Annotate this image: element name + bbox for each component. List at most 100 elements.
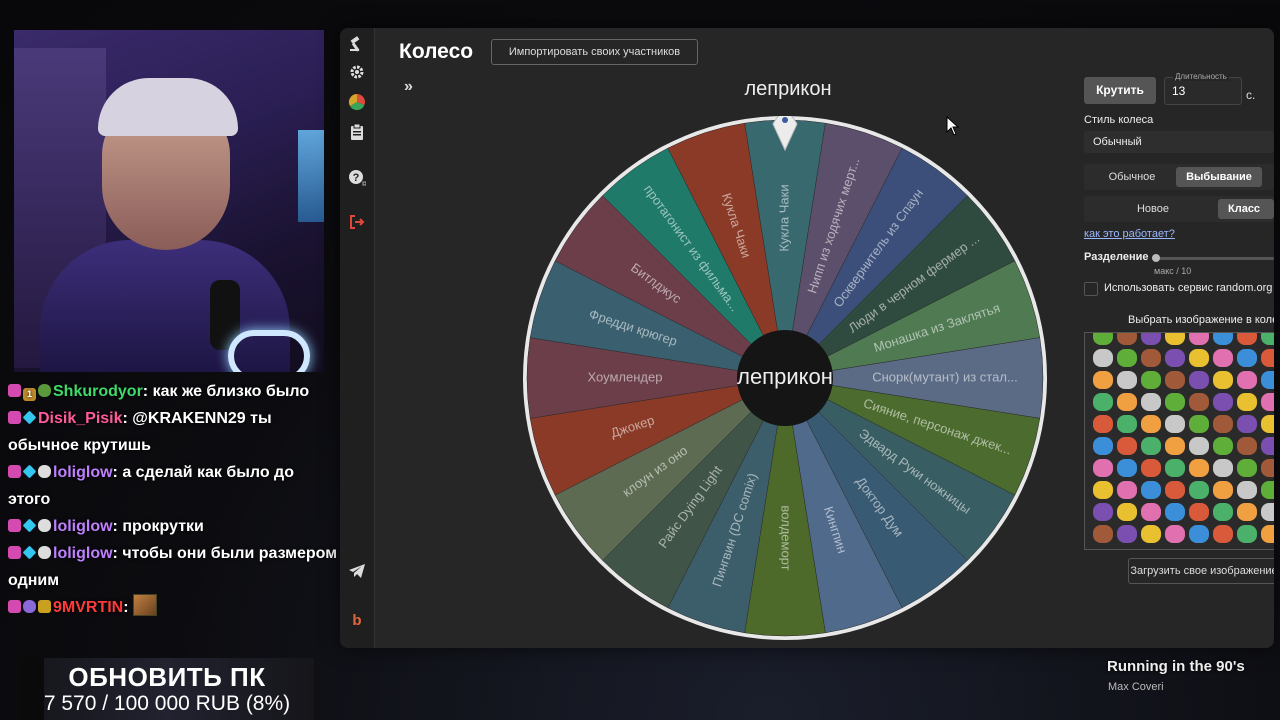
emote-option-icon[interactable] (1261, 459, 1274, 477)
upload-image-button[interactable]: Загрузить свое изображение (1128, 558, 1274, 584)
clipboard-icon[interactable] (345, 120, 369, 144)
logout-icon[interactable] (345, 210, 369, 234)
emote-option-icon[interactable] (1165, 481, 1185, 499)
division-slider[interactable] (1154, 257, 1274, 260)
emote-option-icon[interactable] (1141, 503, 1161, 521)
emote-option-icon[interactable] (1117, 459, 1137, 477)
emote-option-icon[interactable] (1141, 333, 1161, 345)
emote-option-icon[interactable] (1189, 393, 1209, 411)
emote-option-icon[interactable] (1237, 459, 1257, 477)
emote-option-icon[interactable] (1189, 371, 1209, 389)
spin-button[interactable]: Крутить (1084, 77, 1156, 104)
emote-option-icon[interactable] (1165, 525, 1185, 543)
emote-option-icon[interactable] (1093, 333, 1113, 345)
telegram-icon[interactable] (345, 559, 369, 583)
import-participants-button[interactable]: Импортировать своих участников (491, 39, 698, 65)
expand-panel-icon[interactable]: » (404, 78, 413, 96)
mode-normal-button[interactable]: Обычное (1088, 167, 1176, 187)
emote-option-icon[interactable] (1165, 349, 1185, 367)
emote-option-icon[interactable] (1189, 437, 1209, 455)
bitcoin-icon[interactable]: b (345, 608, 369, 632)
emote-option-icon[interactable] (1261, 349, 1274, 367)
emote-option-icon[interactable] (1165, 333, 1185, 345)
emote-option-icon[interactable] (1141, 437, 1161, 455)
emote-option-icon[interactable] (1237, 437, 1257, 455)
emote-option-icon[interactable] (1165, 371, 1185, 389)
wheel-style-select[interactable]: Обычный (1084, 131, 1274, 153)
emote-option-icon[interactable] (1141, 481, 1161, 499)
emote-option-icon[interactable] (1141, 459, 1161, 477)
emote-option-icon[interactable] (1093, 349, 1113, 367)
emote-option-icon[interactable] (1093, 415, 1113, 433)
emote-option-icon[interactable] (1093, 437, 1113, 455)
emote-option-icon[interactable] (1141, 415, 1161, 433)
chat-username[interactable]: Disik_Pisik (38, 410, 123, 427)
emote-option-icon[interactable] (1237, 415, 1257, 433)
random-org-checkbox[interactable] (1084, 282, 1098, 296)
emote-option-icon[interactable] (1117, 503, 1137, 521)
emote-option-icon[interactable] (1261, 371, 1274, 389)
chat-username[interactable]: loliglow (53, 545, 113, 562)
emote-option-icon[interactable] (1213, 349, 1233, 367)
emote-option-icon[interactable] (1213, 437, 1233, 455)
emote-option-icon[interactable] (1189, 503, 1209, 521)
prize-wheel[interactable]: Кукла Чаки Нипп из ходячих мерт...Оскверн… (523, 116, 1047, 640)
emote-option-icon[interactable] (1237, 393, 1257, 411)
emote-option-icon[interactable] (1237, 525, 1257, 543)
emote-option-icon[interactable] (1213, 481, 1233, 499)
emote-option-icon[interactable] (1213, 503, 1233, 521)
emote-option-icon[interactable] (1189, 415, 1209, 433)
emote-option-icon[interactable] (1117, 371, 1137, 389)
emote-option-icon[interactable] (1165, 393, 1185, 411)
emote-option-icon[interactable] (1237, 349, 1257, 367)
emote-option-icon[interactable] (1237, 333, 1257, 345)
gear-icon[interactable] (345, 60, 369, 84)
emote-option-icon[interactable] (1213, 459, 1233, 477)
emote-option-icon[interactable] (1141, 349, 1161, 367)
emote-option-icon[interactable] (1189, 459, 1209, 477)
emote-option-icon[interactable] (1213, 415, 1233, 433)
emote-option-icon[interactable] (1141, 393, 1161, 411)
division-slider-handle[interactable] (1152, 254, 1160, 262)
emote-option-icon[interactable] (1117, 349, 1137, 367)
emote-option-icon[interactable] (1213, 525, 1233, 543)
emote-option-icon[interactable] (1261, 415, 1274, 433)
emote-option-icon[interactable] (1261, 437, 1274, 455)
emote-option-icon[interactable] (1141, 525, 1161, 543)
emote-option-icon[interactable] (1165, 459, 1185, 477)
emote-option-icon[interactable] (1093, 525, 1113, 543)
emote-option-icon[interactable] (1261, 393, 1274, 411)
variant-new-button[interactable]: Новое (1088, 199, 1218, 219)
emote-option-icon[interactable] (1093, 393, 1113, 411)
emote-option-icon[interactable] (1261, 503, 1274, 521)
emote-option-icon[interactable] (1261, 333, 1274, 345)
pie-chart-icon[interactable] (345, 90, 369, 114)
variant-classic-button[interactable]: Класс (1218, 199, 1274, 219)
emote-option-icon[interactable] (1165, 415, 1185, 433)
emote-option-icon[interactable] (1213, 333, 1233, 345)
emote-picker-grid[interactable] (1084, 332, 1274, 550)
emote-option-icon[interactable] (1165, 437, 1185, 455)
emote-option-icon[interactable] (1093, 371, 1113, 389)
emote-option-icon[interactable] (1093, 503, 1113, 521)
emote-option-icon[interactable] (1237, 371, 1257, 389)
how-it-works-link[interactable]: как это работает? (1084, 228, 1175, 240)
emote-option-icon[interactable] (1189, 333, 1209, 345)
emote-option-icon[interactable] (1189, 349, 1209, 367)
emote-option-icon[interactable] (1213, 393, 1233, 411)
emote-option-icon[interactable] (1165, 503, 1185, 521)
emote-option-icon[interactable] (1117, 481, 1137, 499)
emote-option-icon[interactable] (1141, 371, 1161, 389)
emote-option-icon[interactable] (1261, 525, 1274, 543)
emote-option-icon[interactable] (1117, 525, 1137, 543)
emote-option-icon[interactable] (1237, 503, 1257, 521)
emote-option-icon[interactable] (1189, 481, 1209, 499)
chat-username[interactable]: loliglow (53, 464, 113, 481)
emote-option-icon[interactable] (1093, 481, 1113, 499)
emote-option-icon[interactable] (1117, 437, 1137, 455)
emote-option-icon[interactable] (1117, 415, 1137, 433)
chat-username[interactable]: 9MVRTIN (53, 599, 123, 616)
emote-option-icon[interactable] (1237, 481, 1257, 499)
emote-option-icon[interactable] (1117, 333, 1137, 345)
mode-elimination-button[interactable]: Выбывание (1176, 167, 1262, 187)
